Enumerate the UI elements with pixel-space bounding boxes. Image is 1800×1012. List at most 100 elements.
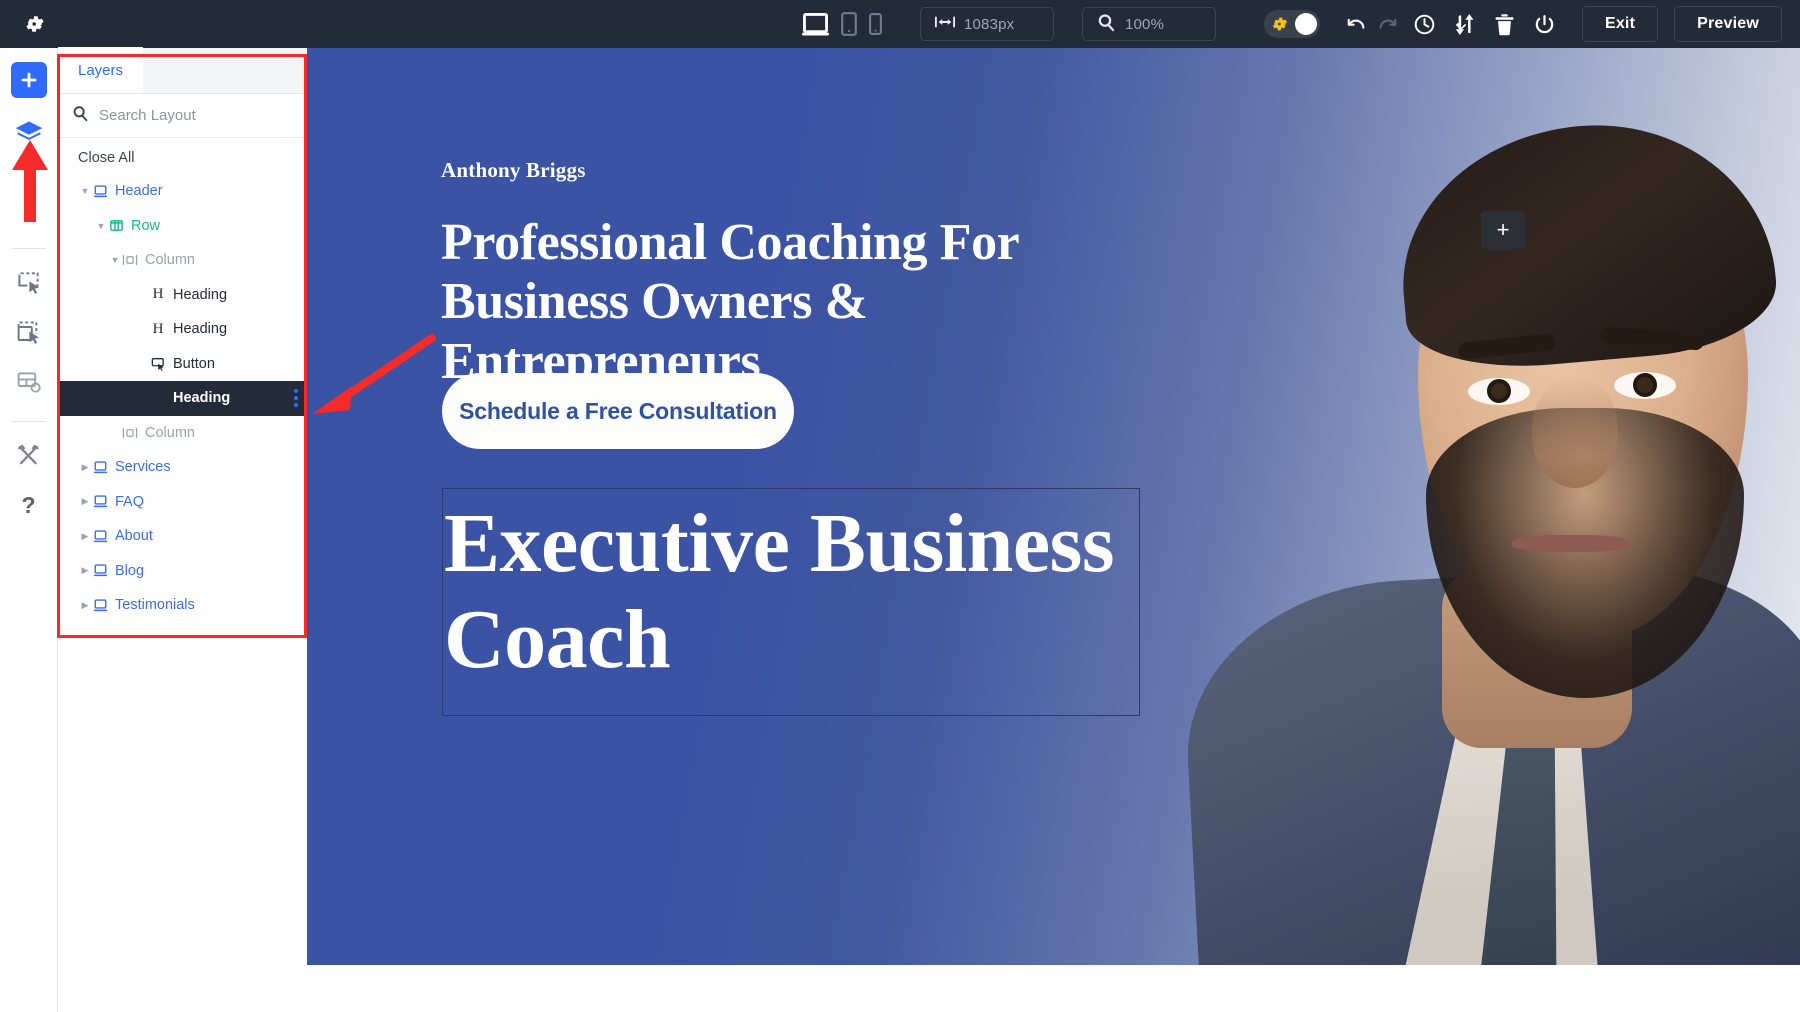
- layer-row-about[interactable]: ▶ About: [58, 519, 307, 554]
- power-icon[interactable]: [1530, 9, 1560, 39]
- layers-panel: Layers Close All ▼ Header ▼ Row ▼ Column H Head…: [58, 47, 325, 1012]
- sun-gear-icon: [1271, 15, 1289, 38]
- search-input[interactable]: [99, 107, 298, 124]
- caret-down-icon[interactable]: ▼: [78, 186, 92, 196]
- up-down-arrows-icon[interactable]: [1450, 9, 1480, 39]
- layer-label: FAQ: [115, 493, 145, 510]
- device-tablet-button[interactable]: [841, 12, 857, 36]
- layer-label: Header: [115, 183, 163, 200]
- layer-row-services[interactable]: ▶ Services: [58, 450, 307, 485]
- device-desktop-button[interactable]: [801, 12, 829, 37]
- layer-row-row[interactable]: ▼ Row: [58, 209, 307, 244]
- zoom-level-field[interactable]: 100%: [1081, 7, 1216, 41]
- caret-right-icon[interactable]: ▶: [78, 496, 92, 507]
- layer-label: Button: [173, 355, 215, 372]
- layer-label: Row: [131, 217, 161, 234]
- page-icon: [92, 529, 108, 544]
- row-icon: [108, 218, 124, 233]
- column-icon: [122, 253, 138, 267]
- page-icon: [92, 184, 108, 199]
- hero-selected-heading[interactable]: Executive Business Coach: [444, 496, 1134, 688]
- layer-label: Heading: [173, 390, 231, 407]
- layer-options-menu-icon[interactable]: [294, 381, 298, 416]
- portrait-hair: [1390, 110, 1782, 377]
- page-icon: [92, 563, 108, 578]
- layer-row-faq[interactable]: ▶ FAQ: [58, 485, 307, 520]
- hero-eyebrow-heading: Anthony Briggs: [441, 158, 586, 182]
- canvas-bottom-strip: [307, 965, 1800, 1012]
- layer-row-button[interactable]: Button: [58, 347, 307, 382]
- hero-portrait-image[interactable]: [1180, 48, 1800, 965]
- layer-label: Column: [145, 424, 195, 441]
- clock-icon[interactable]: [1410, 9, 1440, 39]
- heading-icon: H: [152, 389, 164, 406]
- layers-tree: ▼ Header ▼ Row ▼ Column H Heading H Heading Button…: [58, 172, 307, 623]
- layer-row-heading[interactable]: H Heading: [58, 278, 307, 313]
- layer-row-column[interactable]: ▼ Column: [58, 243, 307, 278]
- undo-arrow-icon[interactable]: [1342, 9, 1372, 39]
- rail-divider-2: [11, 421, 46, 422]
- device-switcher: [801, 12, 882, 37]
- layer-label: Testimonials: [115, 597, 195, 614]
- layer-label: Column: [145, 252, 195, 269]
- settings-gear-icon[interactable]: [22, 11, 48, 37]
- theme-toggle[interactable]: [1263, 10, 1320, 38]
- button-icon: [150, 357, 166, 371]
- magnifier-icon: [1097, 13, 1116, 36]
- layout-settings-icon[interactable]: [10, 363, 48, 401]
- layer-row-header[interactable]: ▼ Header: [58, 174, 307, 209]
- image-add-badge[interactable]: +: [1481, 211, 1525, 249]
- canvas-width-field[interactable]: 1083px: [919, 7, 1054, 41]
- search-icon: [72, 105, 89, 127]
- left-icon-rail: ?: [0, 48, 58, 1012]
- layer-row-blog[interactable]: ▶ Blog: [58, 554, 307, 589]
- caret-down-icon[interactable]: ▼: [108, 255, 122, 265]
- caret-right-icon[interactable]: ▶: [78, 565, 92, 576]
- tools-cross-icon[interactable]: [10, 436, 48, 474]
- layer-row-heading[interactable]: H Heading: [58, 381, 307, 416]
- redo-arrow-icon[interactable]: [1372, 9, 1402, 39]
- portrait-mouth: [1512, 535, 1630, 552]
- portrait-pupil-right: [1633, 373, 1657, 397]
- element-pointer-icon[interactable]: [10, 263, 48, 301]
- caret-down-icon[interactable]: ▼: [94, 221, 108, 231]
- layer-label: Services: [115, 459, 171, 476]
- layer-row-testimonials[interactable]: ▶ Testimonials: [58, 588, 307, 623]
- heading-icon: H: [152, 320, 164, 337]
- hero-content: Anthony Briggs Professional Coaching For…: [441, 48, 1221, 965]
- theme-toggle-knob: [1294, 13, 1317, 35]
- heading-icon: H: [152, 286, 164, 303]
- close-all-button[interactable]: Close All: [58, 138, 307, 172]
- layer-label: About: [115, 528, 153, 545]
- blocks-pointer-icon[interactable]: [10, 313, 48, 351]
- page-icon: [92, 494, 108, 509]
- exit-button[interactable]: Exit: [1581, 6, 1659, 42]
- panel-tab-strip: Layers: [58, 47, 307, 94]
- layer-label: Heading: [173, 286, 228, 303]
- device-mobile-button[interactable]: [869, 13, 882, 35]
- tab-layers[interactable]: Layers: [58, 47, 144, 93]
- layer-row-heading[interactable]: H Heading: [58, 312, 307, 347]
- page-icon: [92, 460, 108, 475]
- width-arrows-icon: [934, 14, 955, 34]
- layer-search-bar: [58, 94, 325, 138]
- trash-icon[interactable]: [1490, 9, 1520, 39]
- layer-label: Heading: [173, 321, 228, 338]
- layers-stack-icon[interactable]: [10, 114, 48, 152]
- canvas-width-value: 1083px: [963, 15, 1015, 33]
- top-toolbar: 1083px 100% Exit Preview: [0, 0, 1800, 48]
- caret-right-icon[interactable]: ▶: [78, 531, 92, 542]
- caret-right-icon[interactable]: ▶: [78, 600, 92, 611]
- zoom-level-value: 100%: [1124, 15, 1165, 33]
- layer-label: Blog: [115, 562, 145, 579]
- page-icon: [92, 598, 108, 613]
- portrait-pupil-left: [1487, 379, 1511, 403]
- hero-cta-button[interactable]: Schedule a Free Consultation: [442, 373, 794, 449]
- caret-right-icon[interactable]: ▶: [78, 462, 92, 473]
- hero-main-heading: Professional Coaching For Business Owner…: [441, 214, 1019, 390]
- add-element-button[interactable]: [10, 62, 47, 98]
- layer-row-column[interactable]: Column: [58, 416, 307, 451]
- question-mark-icon[interactable]: ?: [10, 486, 48, 524]
- preview-button[interactable]: Preview: [1674, 6, 1782, 42]
- portrait-nose: [1532, 378, 1618, 488]
